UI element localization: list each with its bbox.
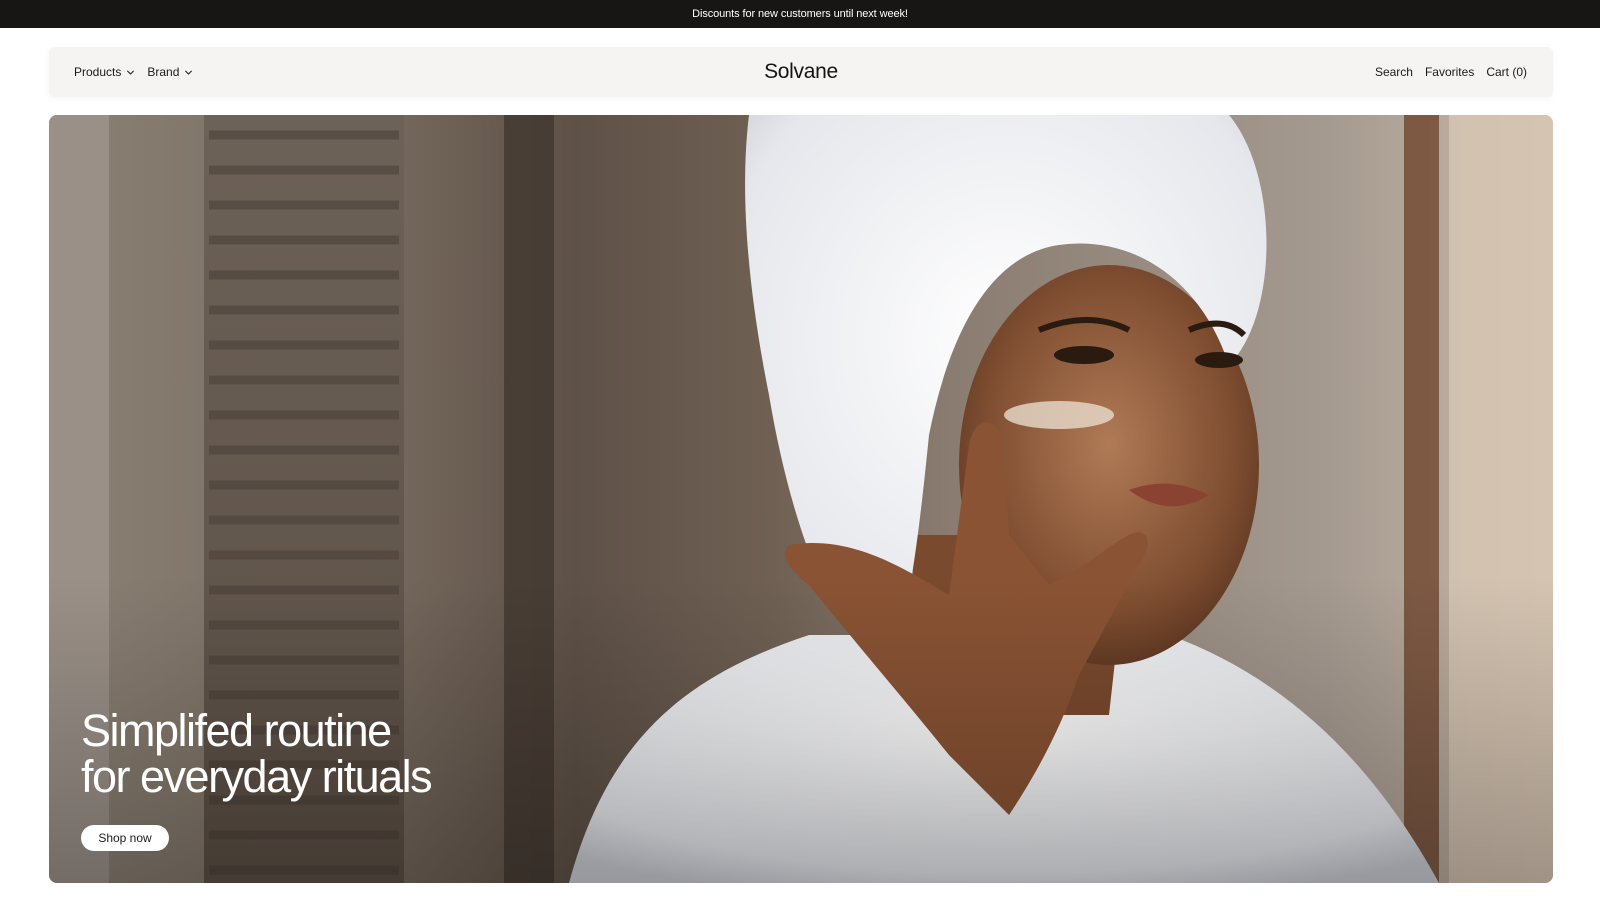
hero-banner: Simplifed routine for everyday rituals S… xyxy=(49,115,1553,883)
favorites-link[interactable]: Favorites xyxy=(1425,65,1474,79)
nav-left-menu: Products Brand xyxy=(74,47,193,97)
hero-headline-line-1: Simplifed routine xyxy=(81,705,392,756)
nav-right-links: Search Favorites Cart (0) xyxy=(1375,47,1527,97)
chevron-down-icon xyxy=(185,70,193,75)
brand-menu[interactable]: Brand xyxy=(147,65,193,79)
site-logo[interactable]: Solvane xyxy=(49,47,1553,97)
products-menu-label: Products xyxy=(74,65,122,79)
top-nav: Products Brand Solvane Search Favorites … xyxy=(49,47,1553,97)
hero-headline-line-2: for everyday rituals xyxy=(81,751,433,802)
chevron-down-icon xyxy=(127,70,135,75)
brand-menu-label: Brand xyxy=(147,65,180,79)
cart-link[interactable]: Cart (0) xyxy=(1486,65,1527,79)
search-link[interactable]: Search xyxy=(1375,65,1413,79)
products-menu[interactable]: Products xyxy=(74,65,135,79)
announcement-bar: Discounts for new customers until next w… xyxy=(0,0,1600,28)
shop-now-button[interactable]: Shop now xyxy=(81,825,169,851)
hero-headline: Simplifed routine for everyday rituals xyxy=(81,705,433,802)
announcement-text: Discounts for new customers until next w… xyxy=(692,8,908,20)
